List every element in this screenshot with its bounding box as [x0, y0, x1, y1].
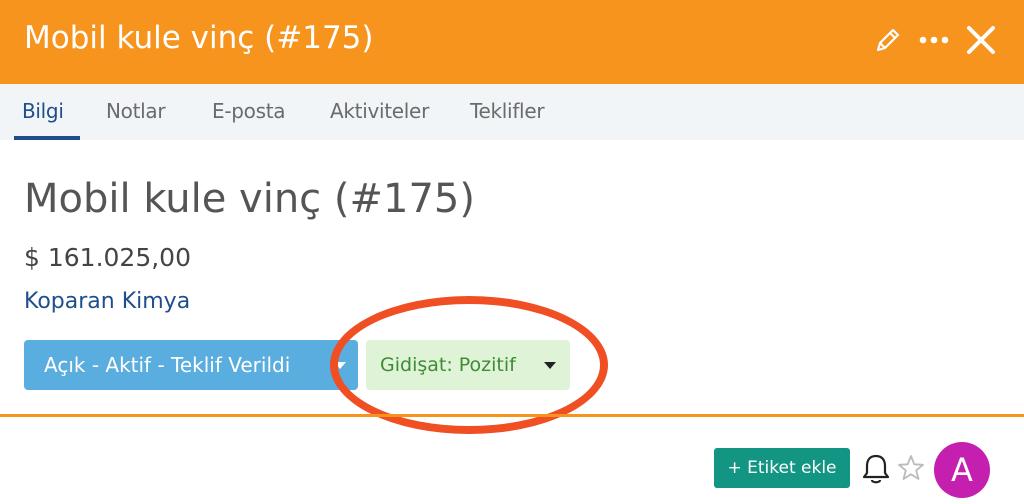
company-link[interactable]: Koparan Kimya	[24, 289, 190, 314]
deal-amount: $ 161.025,00	[24, 243, 191, 272]
status-dropdown-button[interactable]: Açık - Aktif - Teklif Verildi	[24, 340, 358, 390]
deal-title: Mobil kule vinç (#175)	[24, 176, 475, 222]
status-label: Açık - Aktif - Teklif Verildi	[44, 353, 291, 377]
close-icon[interactable]	[960, 18, 1002, 62]
active-tab-indicator	[14, 136, 80, 140]
add-tag-button[interactable]: + Etiket ekle	[714, 448, 850, 488]
tab-e-posta[interactable]: E-posta	[212, 84, 286, 140]
bell-icon[interactable]	[860, 452, 892, 486]
star-icon[interactable]	[896, 452, 926, 484]
section-divider	[0, 414, 1024, 417]
tab-bar: Bilgi Notlar E-posta Aktiviteler Teklifl…	[0, 84, 1024, 140]
tab-aktiviteler[interactable]: Aktiviteler	[330, 84, 429, 140]
avatar[interactable]: A	[934, 442, 990, 498]
pencil-icon[interactable]	[868, 18, 908, 62]
header-actions	[868, 18, 1002, 62]
tab-teklifler[interactable]: Teklifler	[470, 84, 545, 140]
tab-bilgi[interactable]: Bilgi	[22, 84, 64, 140]
header-bar: Mobil kule vinç (#175)	[0, 0, 1024, 84]
window-title: Mobil kule vinç (#175)	[24, 20, 374, 56]
more-dots-icon[interactable]	[908, 18, 960, 62]
tab-notlar[interactable]: Notlar	[106, 84, 166, 140]
